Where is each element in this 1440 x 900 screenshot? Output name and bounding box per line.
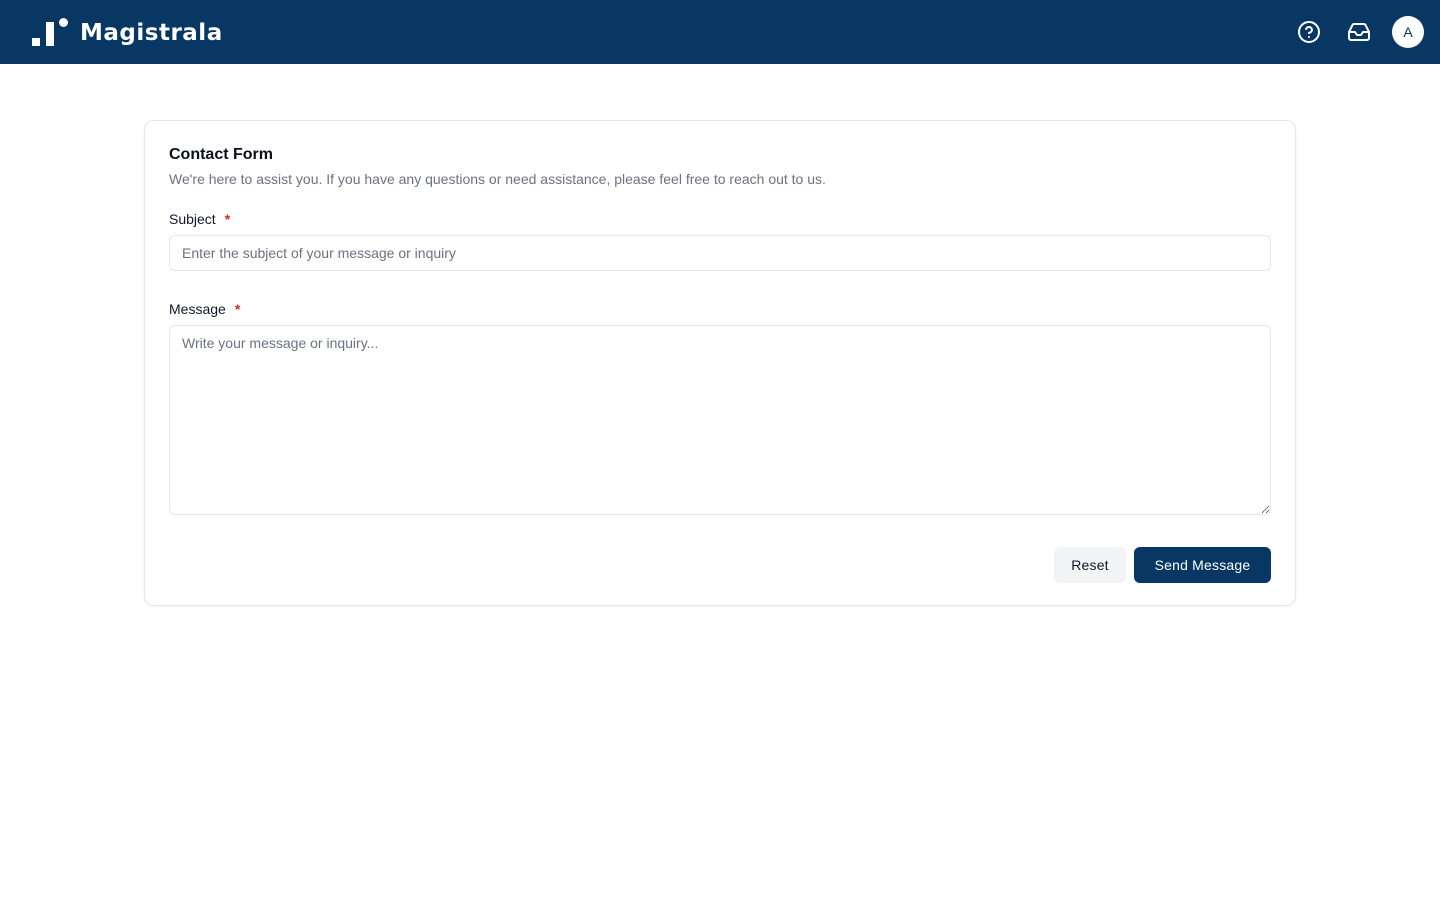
message-textarea[interactable]: [169, 325, 1271, 515]
help-button[interactable]: [1284, 12, 1334, 52]
app-name: Magistrala: [80, 20, 223, 46]
subject-input[interactable]: [169, 235, 1271, 271]
inbox-icon: [1348, 23, 1370, 41]
message-label: Message *: [169, 301, 1271, 317]
inbox-button[interactable]: [1334, 12, 1384, 52]
send-message-button[interactable]: Send Message: [1134, 547, 1271, 583]
message-label-text: Message: [169, 301, 226, 317]
help-circle-icon: [1298, 21, 1320, 43]
brand[interactable]: Magistrala: [32, 0, 223, 64]
form-title: Contact Form: [169, 146, 273, 163]
subject-label: Subject *: [169, 211, 1271, 227]
required-marker: *: [234, 301, 241, 317]
required-marker: *: [224, 211, 231, 227]
subject-label-text: Subject: [169, 211, 216, 227]
contact-form-card: Contact Form We're here to assist you. I…: [144, 120, 1296, 606]
top-actions: A: [1284, 12, 1424, 52]
form-description: We're here to assist you. If you have an…: [169, 171, 826, 187]
magistrala-logo-icon: [32, 18, 68, 46]
top-navbar: Magistrala A: [0, 0, 1440, 64]
user-avatar[interactable]: A: [1392, 16, 1424, 48]
reset-button[interactable]: Reset: [1054, 547, 1126, 583]
form-actions: Reset Send Message: [169, 547, 1271, 583]
